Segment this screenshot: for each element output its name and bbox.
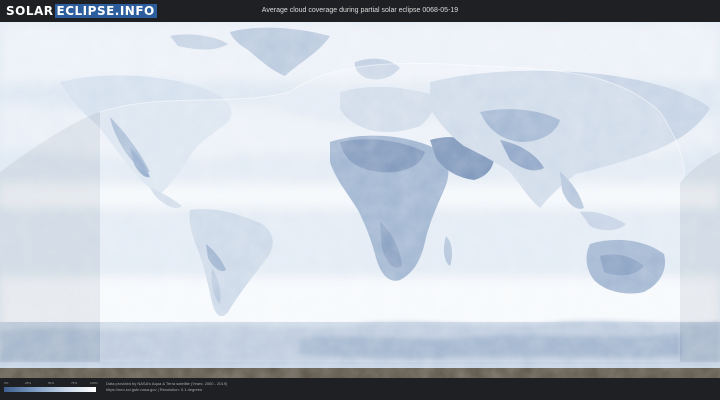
logo-text-solar: SOLAR [6,4,54,18]
legend-tick: 100% [90,381,98,385]
eclipse-visibility-overlay [100,63,684,362]
site-logo[interactable]: SOLAR ECLIPSE.INFO [6,3,157,19]
legend-color-bar [4,387,96,392]
legend-tick: 25% [25,381,32,385]
page-title: Average cloud coverage during partial so… [261,7,459,14]
data-credit: Data provided by NASA's Aqua & Terra sat… [106,381,227,393]
legend-tick: 75% [71,381,78,385]
bottom-terrain [0,368,720,378]
legend-tick: 50% [48,381,55,385]
credit-line-2: https://neo.sci.gsfc.nasa.gov | Resoluti… [106,387,202,392]
logo-text-eclipse: ECLIPSE.INFO [54,4,157,18]
legend-tick: 0% [4,381,9,385]
world-map-svg [0,22,720,378]
footer-bar: 0% 25% 50% 75% 100% Data provided by NAS… [0,378,720,400]
header-bar: SOLAR ECLIPSE.INFO Average cloud coverage… [0,0,720,22]
cloud-coverage-map [0,22,720,378]
